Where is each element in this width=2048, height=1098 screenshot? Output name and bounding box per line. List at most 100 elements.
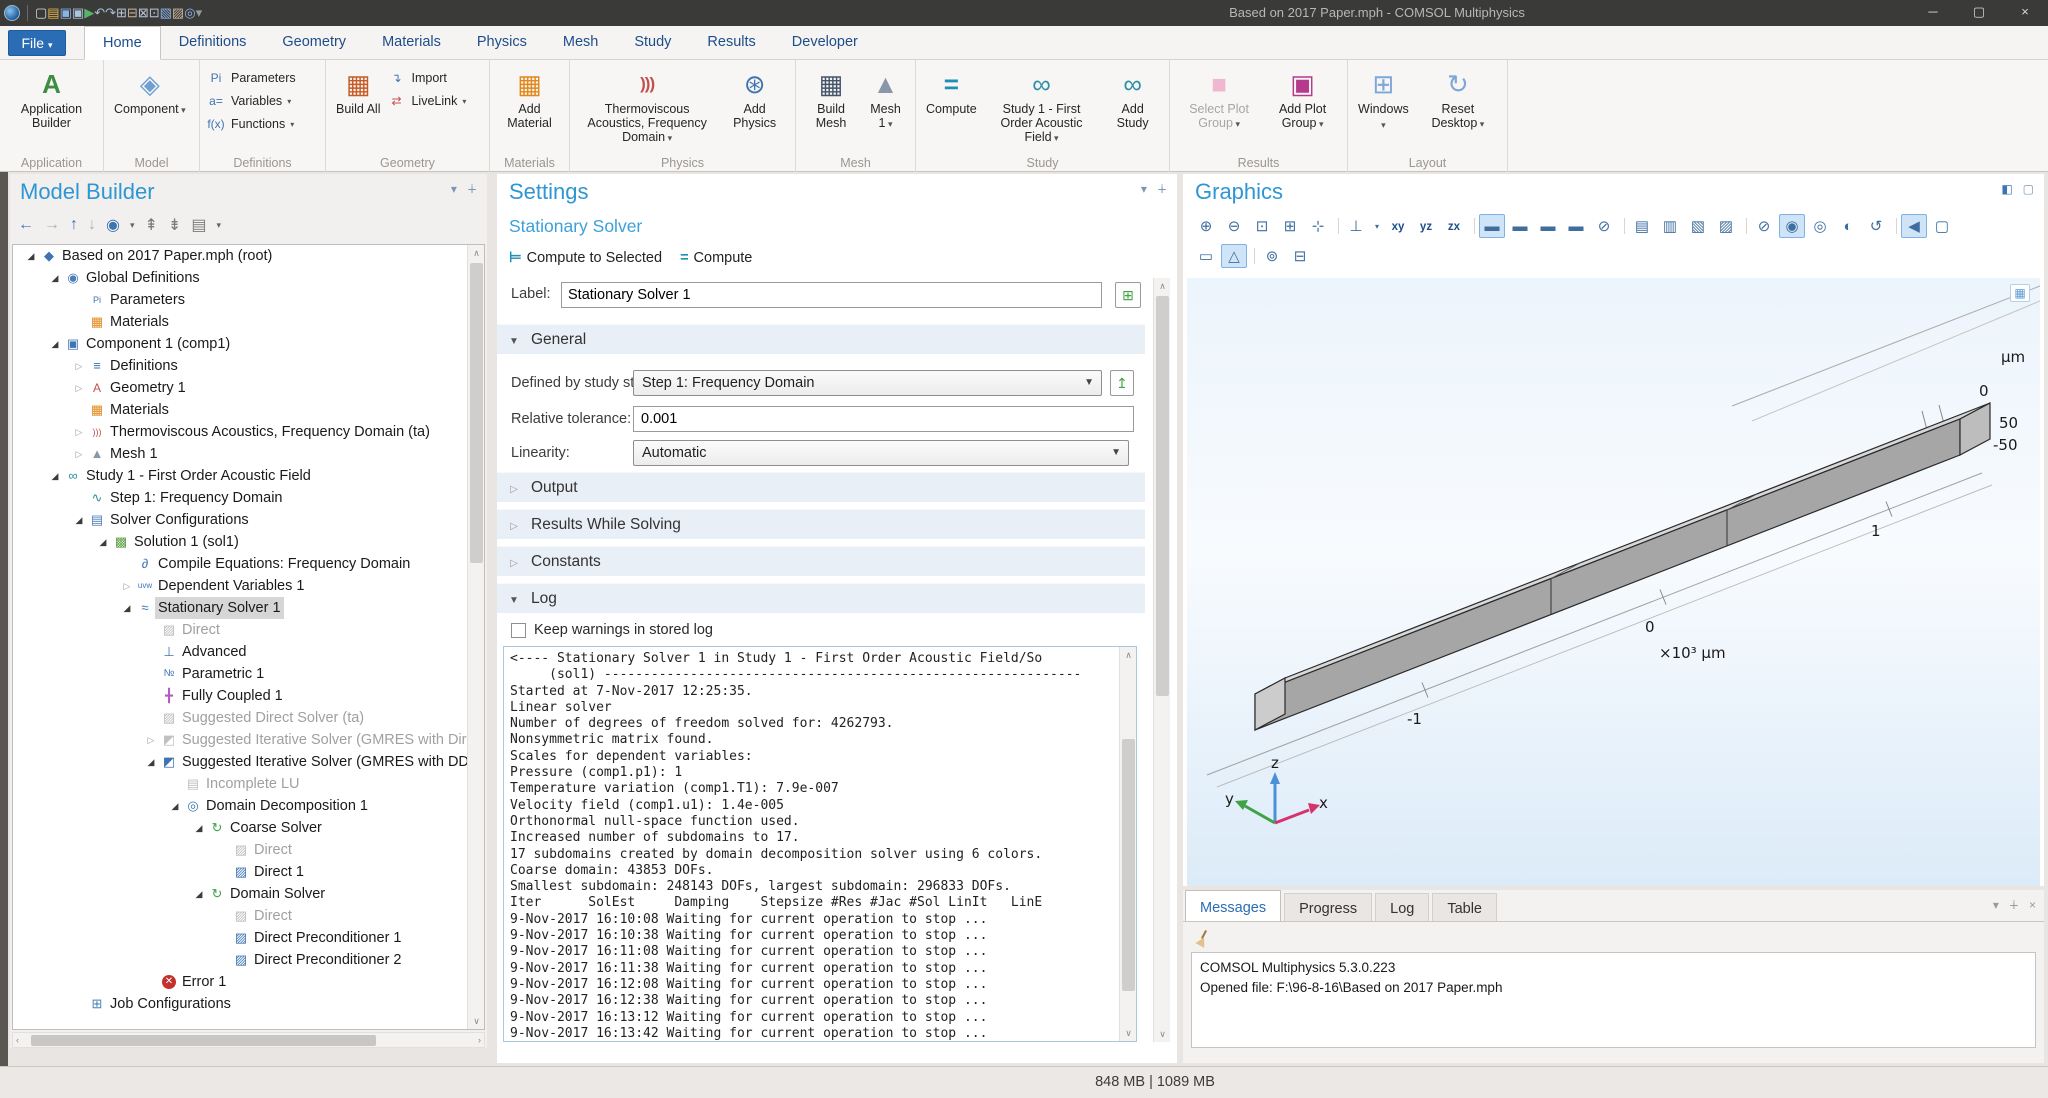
view-orientation-caret[interactable]: ▾ (1371, 214, 1383, 238)
scrollbar-thumb[interactable] (31, 1035, 376, 1046)
pin-icon[interactable]: ∔ (1157, 182, 1167, 196)
show-icon[interactable]: ◉ (106, 215, 120, 235)
tree-item[interactable]: ▦ Materials (13, 311, 484, 333)
ribbon-tab[interactable]: Results (689, 26, 773, 60)
ribbon-tab[interactable]: Mesh (545, 26, 616, 60)
tree-item[interactable]: ▷ ◩ Suggested Iterative Solver (GMRES wi… (13, 729, 484, 751)
zoom-extents-icon[interactable]: ⊞ (1277, 214, 1303, 238)
messages-tab[interactable]: Progress (1284, 893, 1372, 921)
image-export-icon[interactable]: ▥ (1657, 214, 1683, 238)
build-mesh-button[interactable]: ▦ Build Mesh (802, 64, 860, 152)
ribbon-tab[interactable]: Definitions (161, 26, 265, 60)
tree-item[interactable]: ▨ Direct (13, 905, 484, 927)
section-general[interactable]: ▼General (497, 324, 1145, 354)
study-1-button[interactable]: ∞ Study 1 - First Order Acoustic Field (983, 64, 1101, 152)
add-plot-group-button[interactable]: ▣ Add Plot Group (1264, 64, 1341, 152)
reset-desktop-button[interactable]: ↻ Reset Desktop (1415, 64, 1501, 152)
go-to-source-button[interactable]: ↥ (1110, 370, 1134, 396)
ribbon-tab[interactable]: Geometry (264, 26, 364, 60)
tree-item[interactable]: ◢ ▣ Component 1 (comp1) (13, 333, 484, 355)
add-material-button[interactable]: ▦ Add Material (496, 64, 563, 152)
tree-item[interactable]: ⊞ Job Configurations (13, 993, 484, 1015)
log-scrollbar[interactable]: ∧ ∨ (1119, 647, 1136, 1041)
view-zx-icon[interactable]: zx (1441, 214, 1467, 238)
tree-item[interactable]: ▨ Suggested Direct Solver (ta) (13, 707, 484, 729)
snapshot-camera-icon[interactable]: ⊚ (1259, 244, 1285, 268)
graphics-canvas[interactable]: μm050-5010×10³ μm-1zyx ▦ (1187, 278, 2040, 886)
solver-log[interactable]: <---- Stationary Solver 1 in Study 1 - F… (503, 646, 1137, 1042)
tree-item[interactable]: ◢ ↻ Coarse Solver (13, 817, 484, 839)
tree-item[interactable]: ▤ Incomplete LU (13, 773, 484, 795)
panel-menu-icon[interactable]: ▾ (451, 182, 457, 196)
delete-icon[interactable]: ⊡ (149, 5, 160, 20)
select-icon[interactable]: ▧ (160, 5, 172, 20)
redo-icon[interactable]: ↷ (105, 5, 116, 20)
section-constants[interactable]: ▷Constants (497, 546, 1145, 576)
rename-button[interactable]: ⊞ (1115, 282, 1141, 308)
select-plot-group-button[interactable]: ■ Select Plot Group (1176, 64, 1262, 152)
float-panel-icon[interactable]: ▢ (2023, 182, 2034, 196)
scroll-down-icon[interactable]: ∨ (1154, 1026, 1171, 1042)
scrollbar-thumb[interactable] (1122, 739, 1135, 991)
file-menu-button[interactable]: File ▾ (8, 30, 66, 56)
view-context-icon[interactable]: ▦ (2010, 284, 2030, 302)
floor-shadow-icon[interactable]: ▬ (1535, 214, 1561, 238)
node-text-icon[interactable]: ▤ (191, 215, 206, 235)
section-results-while-solving[interactable]: ▷Results While Solving (497, 509, 1145, 539)
zoom-box-icon[interactable]: ⊡ (1249, 214, 1275, 238)
keep-warnings-checkbox[interactable] (511, 623, 526, 638)
clear-selection-icon[interactable]: ▨ (1713, 214, 1739, 238)
scroll-up-icon[interactable]: ∧ (1120, 647, 1137, 663)
tree-item[interactable]: ⊥ Advanced (13, 641, 484, 663)
panel-menu-icon[interactable]: ▾ (1993, 898, 1999, 912)
zoom-out-icon[interactable]: ⊖ (1221, 214, 1247, 238)
scene-light-icon[interactable]: ▬ (1479, 214, 1505, 238)
scroll-left-icon[interactable]: ‹ (16, 1033, 19, 1048)
import-button[interactable]: ↴Import (386, 68, 466, 88)
wireframe-icon[interactable]: ▭ (1193, 244, 1219, 268)
tree-item[interactable]: ▨ Direct (13, 839, 484, 861)
select-box-icon[interactable]: ▧ (1685, 214, 1711, 238)
node-text-caret[interactable]: ▾ (216, 220, 221, 231)
ambient-occlusion-icon[interactable]: ▬ (1563, 214, 1589, 238)
forward-icon[interactable]: → (44, 216, 60, 234)
back-icon[interactable]: ← (18, 216, 34, 234)
tree-item[interactable]: ∿ Step 1: Frequency Domain (13, 487, 484, 509)
tree-item[interactable]: ▷ ▲ Mesh 1 (13, 443, 484, 465)
duplicate-icon[interactable]: ⊠ (138, 5, 149, 20)
qat-caret[interactable]: ▾ (196, 5, 203, 20)
close-icon[interactable]: × (2029, 898, 2036, 912)
messages-tab[interactable]: Log (1375, 893, 1429, 921)
mesh-1-button[interactable]: ▲ Mesh 1 (862, 64, 909, 152)
component-button[interactable]: ◈ Component (110, 64, 190, 152)
section-log[interactable]: ▼Log (497, 583, 1145, 613)
windows-button[interactable]: ⊞ Windows (1354, 64, 1413, 152)
view-hidden-icon[interactable]: ◎ (1807, 214, 1833, 238)
view-visible-icon[interactable]: ◉ (1779, 214, 1805, 238)
collapse-all-icon[interactable]: ⇞ (145, 215, 158, 235)
tree-item[interactable]: ◢ ◩ Suggested Iterative Solver (GMRES wi… (13, 751, 484, 773)
ribbon-tab[interactable]: Home (84, 26, 161, 60)
thermoviscous-acoustics-button[interactable]: ))) Thermoviscous Acoustics, Frequency D… (576, 64, 718, 152)
clear-icon[interactable]: ▨ (172, 5, 184, 20)
scroll-up-icon[interactable]: ∧ (1154, 278, 1171, 294)
tree-item[interactable]: ▦ Materials (13, 399, 484, 421)
label-input[interactable] (561, 282, 1102, 308)
copy-icon[interactable]: ⊞ (116, 5, 127, 20)
view-unhide-all-icon[interactable]: ◐ (1835, 214, 1861, 238)
add-physics-button[interactable]: ⊛ Add Physics (720, 64, 789, 152)
application-builder-button[interactable]: A Application Builder (6, 64, 97, 152)
tree-item[interactable]: ▷ ≡ Definitions (13, 355, 484, 377)
ribbon-tab[interactable]: Study (616, 26, 689, 60)
compute-button-settings[interactable]: =Compute (680, 250, 752, 266)
tree-item[interactable]: ◢ ▤ Solver Configurations (13, 509, 484, 531)
compute-button[interactable]: = Compute (922, 64, 981, 152)
scroll-down-icon[interactable]: ∨ (1120, 1025, 1137, 1041)
tree-item[interactable]: ◢ ◎ Domain Decomposition 1 (13, 795, 484, 817)
search-icon[interactable]: ◎ (184, 5, 195, 20)
section-output[interactable]: ▷Output (497, 472, 1145, 502)
tree-item[interactable]: ◢ ≈ Stationary Solver 1 (13, 597, 484, 619)
save-as-icon[interactable]: ▣ (72, 5, 84, 20)
linearity-select[interactable]: Automatic▼ (633, 440, 1129, 466)
save-icon[interactable]: ▣ (60, 5, 72, 20)
